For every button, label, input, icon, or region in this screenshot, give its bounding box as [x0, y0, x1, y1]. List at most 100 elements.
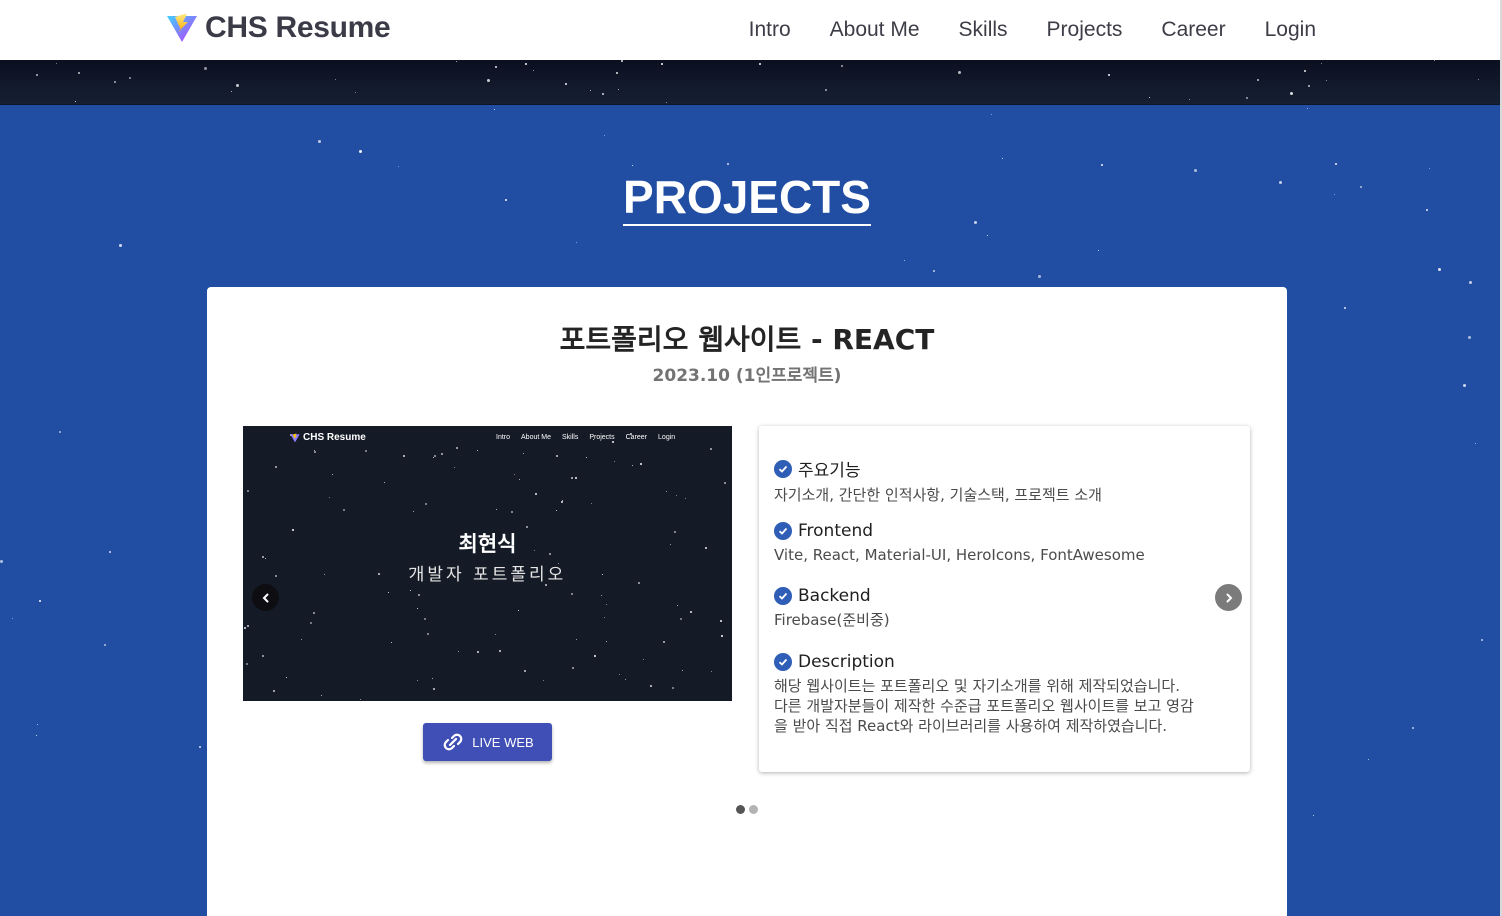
- star: [37, 724, 38, 725]
- star: [496, 509, 497, 510]
- star: [487, 79, 490, 82]
- preview-nav-item: Projects: [589, 434, 615, 441]
- star: [621, 60, 623, 62]
- detail-body: Vite, React, Material-UI, HeroIcons, Fon…: [774, 546, 1145, 564]
- nav-item-career[interactable]: Career: [1161, 18, 1225, 42]
- star: [1368, 759, 1369, 760]
- star: [273, 690, 275, 692]
- star: [663, 641, 665, 643]
- vite-logo-icon: [167, 14, 197, 42]
- star: [499, 650, 501, 652]
- preview-nav-item: About Me: [521, 434, 551, 441]
- preview-name: 최현식: [458, 532, 517, 556]
- star: [576, 639, 577, 640]
- star: [1321, 63, 1322, 64]
- carousel-dot[interactable]: [736, 805, 745, 814]
- star: [335, 79, 336, 80]
- star: [1101, 164, 1103, 166]
- star: [441, 453, 443, 455]
- star: [433, 688, 435, 690]
- star: [1344, 307, 1346, 309]
- chevron-right-icon: [1226, 593, 1232, 602]
- nav-item-skills[interactable]: Skills: [959, 18, 1008, 42]
- star: [991, 114, 992, 115]
- star: [1469, 281, 1472, 284]
- detail-body: 자기소개, 간단한 인적사항, 기술스택, 프로젝트 소개: [774, 486, 1102, 504]
- star: [586, 457, 587, 458]
- star: [1108, 74, 1110, 76]
- star: [590, 90, 591, 91]
- detail-main-features: 주요기능 자기소개, 간단한 인적사항, 기술스택, 프로젝트 소개: [774, 456, 1244, 505]
- star: [1478, 79, 1479, 80]
- star: [1313, 815, 1314, 816]
- carousel-pagination: [736, 805, 758, 814]
- star: [360, 699, 361, 700]
- star: [561, 501, 563, 503]
- star: [12, 618, 13, 619]
- star: [458, 651, 459, 652]
- star: [619, 674, 620, 675]
- star: [36, 735, 37, 736]
- star: [933, 270, 935, 272]
- nav-item-intro[interactable]: Intro: [749, 18, 791, 42]
- star: [1257, 79, 1259, 81]
- project-title: 포트폴리오 웹사이트 - REACT: [559, 323, 935, 356]
- star: [594, 655, 596, 657]
- star: [1481, 639, 1483, 641]
- star: [434, 455, 436, 457]
- star: [666, 491, 667, 492]
- preview-nav-item: Intro: [496, 434, 511, 441]
- star: [710, 448, 712, 450]
- preview-nav-item: Career: [625, 434, 648, 441]
- star: [682, 670, 683, 671]
- star: [612, 441, 614, 443]
- star: [1308, 85, 1310, 87]
- star: [525, 63, 527, 65]
- star: [677, 605, 678, 606]
- star: [425, 503, 427, 505]
- star: [204, 67, 207, 70]
- chevron-left-icon: [262, 593, 268, 602]
- star: [433, 457, 434, 458]
- star: [1468, 336, 1471, 339]
- live-web-button[interactable]: LIVE WEB: [423, 723, 552, 761]
- star: [236, 84, 239, 87]
- star: [244, 627, 246, 629]
- nav-item-login[interactable]: Login: [1265, 18, 1316, 42]
- star: [329, 497, 330, 498]
- star: [265, 558, 266, 559]
- star: [1412, 727, 1414, 729]
- star: [286, 677, 287, 678]
- carousel-next-button[interactable]: [1215, 584, 1242, 611]
- check-circle-icon: [774, 587, 792, 605]
- star: [958, 71, 961, 74]
- star: [556, 455, 558, 457]
- star: [301, 639, 302, 640]
- star: [247, 625, 249, 627]
- preview-brand: CHS Resume: [290, 432, 366, 443]
- star: [616, 72, 618, 74]
- brand-logo-link[interactable]: CHS Resume: [166, 11, 391, 45]
- star: [1246, 97, 1248, 99]
- star: [398, 166, 399, 167]
- project-details-panel: 주요기능 자기소개, 간단한 인적사항, 기술스택, 프로젝트 소개 Front…: [759, 426, 1250, 772]
- star: [661, 63, 663, 65]
- detail-heading: 주요기능: [798, 461, 861, 481]
- check-circle-icon: [774, 459, 792, 478]
- star: [535, 493, 537, 495]
- star: [1304, 70, 1306, 72]
- nav-item-about-me[interactable]: About Me: [830, 18, 920, 42]
- star: [614, 461, 615, 462]
- star: [247, 490, 249, 492]
- star: [410, 590, 411, 591]
- preview-nav-item: Login: [658, 434, 676, 441]
- carousel-dot[interactable]: [749, 805, 758, 814]
- detail-heading: Frontend: [798, 521, 874, 541]
- carousel-prev-button[interactable]: [252, 584, 279, 611]
- star: [632, 165, 633, 166]
- nav-item-projects[interactable]: Projects: [1047, 18, 1123, 42]
- star: [524, 670, 526, 672]
- star: [56, 63, 57, 64]
- starfield: [0, 60, 1500, 104]
- live-web-label: LIVE WEB: [472, 734, 534, 750]
